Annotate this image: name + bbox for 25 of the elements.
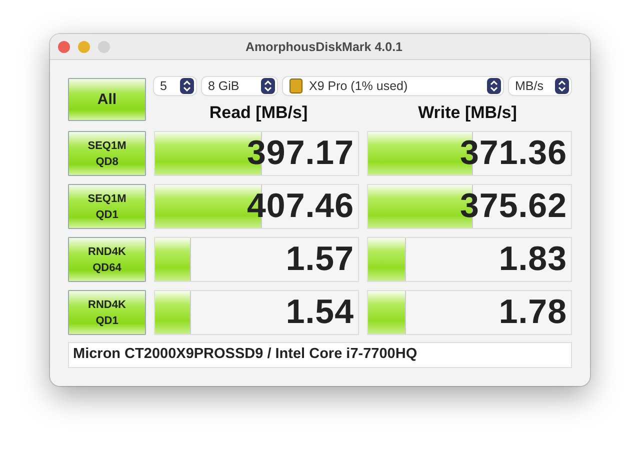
stepper-icon [180,78,194,94]
test-button[interactable]: RND4K QD1 [68,290,146,335]
zoom-button[interactable] [98,40,110,52]
dropdown[interactable]: 5 [154,77,196,95]
test-button[interactable]: SEQ1M QD8 [68,131,146,176]
result-value: 1.78 [498,293,568,332]
result-value: 1.54 [286,293,355,332]
window-title: AmorphousDiskMark 4.0.1 [244,40,404,54]
test-button[interactable]: RND4K QD64 [68,237,146,282]
dropdown[interactable]: X9 Pro (1% used) [283,77,503,95]
dropdown[interactable]: 8 GiB [202,77,277,95]
all-button[interactable]: All [68,78,146,121]
stepper-icon [555,78,569,94]
result-value: 1.57 [286,240,355,279]
test-button[interactable]: SEQ1M QD1 [68,184,146,229]
result-value: 1.83 [498,240,568,279]
column-header: Write [MB/s] [417,103,518,123]
drive-icon [289,78,303,94]
comment-field[interactable]: Micron CT2000X9PROSSD9 / Intel Core i7-7700HQ [68,342,572,368]
stepper-icon [261,78,275,94]
close-button[interactable] [58,40,70,52]
minimize-button[interactable] [78,40,90,52]
column-header: Read [MB/s] [208,103,309,123]
dropdown[interactable]: MB/s [509,77,571,95]
stepper-icon [487,78,501,94]
